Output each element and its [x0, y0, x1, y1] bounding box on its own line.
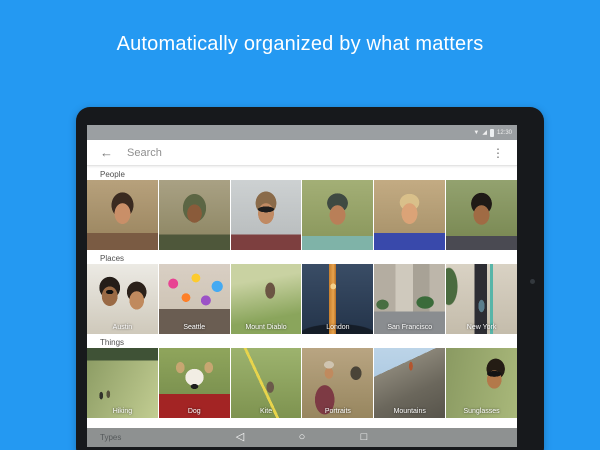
- section-header-places: Places: [87, 250, 517, 264]
- nav-back-icon[interactable]: ◁: [233, 428, 247, 447]
- place-label: New York: [446, 324, 517, 331]
- status-bar: ▼ ◢ 12:30: [87, 125, 517, 140]
- section-header-people: People: [87, 166, 517, 180]
- thing-label: Dog: [159, 408, 230, 415]
- place-label: San Francisco: [374, 324, 445, 331]
- overflow-menu-icon[interactable]: ⋮: [492, 146, 504, 160]
- front-camera: [530, 279, 535, 284]
- place-tile-london[interactable]: London: [302, 264, 373, 334]
- signal-icon: ◢: [482, 129, 487, 136]
- people-tile[interactable]: [302, 180, 373, 250]
- people-row: [87, 180, 517, 250]
- status-time: 12:30: [497, 130, 512, 136]
- back-arrow-icon[interactable]: ←: [100, 145, 113, 160]
- people-tile[interactable]: [87, 180, 158, 250]
- thing-label: Portraits: [302, 408, 373, 415]
- tablet-device: ▼ ◢ 12:30 ← Search ⋮ People Places Austi…: [76, 107, 544, 450]
- place-tile-mount-diablo[interactable]: Mount Diablo: [231, 264, 302, 334]
- people-tile[interactable]: [231, 180, 302, 250]
- people-tile[interactable]: [374, 180, 445, 250]
- place-tile-seattle[interactable]: Seattle: [159, 264, 230, 334]
- place-tile-san-francisco[interactable]: San Francisco: [374, 264, 445, 334]
- thing-tile-sunglasses[interactable]: Sunglasses: [446, 348, 517, 418]
- tablet-screen: ▼ ◢ 12:30 ← Search ⋮ People Places Austi…: [87, 125, 517, 447]
- section-header-types: Types: [100, 433, 121, 442]
- thing-label: Kite: [231, 408, 302, 415]
- people-tile[interactable]: [159, 180, 230, 250]
- thing-tile-mountains[interactable]: Mountains: [374, 348, 445, 418]
- thing-label: Mountains: [374, 408, 445, 415]
- section-header-things: Things: [87, 334, 517, 348]
- place-tile-new-york[interactable]: New York: [446, 264, 517, 334]
- thing-label: Sunglasses: [446, 408, 517, 415]
- places-row: Austin Seattle Mount Diablo London San F…: [87, 264, 517, 334]
- things-row: Hiking Dog Kite Portraits Mountains Sung…: [87, 348, 517, 418]
- thing-tile-portraits[interactable]: Portraits: [302, 348, 373, 418]
- thing-tile-kite[interactable]: Kite: [231, 348, 302, 418]
- thing-label: Hiking: [87, 408, 158, 415]
- place-label: Mount Diablo: [231, 324, 302, 331]
- search-input[interactable]: Search: [127, 147, 492, 159]
- search-bar[interactable]: ← Search ⋮: [87, 140, 517, 166]
- battery-icon: [490, 129, 494, 137]
- promo-headline: Automatically organized by what matters: [0, 33, 600, 56]
- place-label: London: [302, 324, 373, 331]
- place-label: Seattle: [159, 324, 230, 331]
- android-nav-bar: Types ◁ ○ □: [87, 428, 517, 447]
- place-tile-austin[interactable]: Austin: [87, 264, 158, 334]
- nav-home-icon[interactable]: ○: [295, 428, 309, 447]
- wifi-icon: ▼: [473, 130, 479, 136]
- thing-tile-dog[interactable]: Dog: [159, 348, 230, 418]
- place-label: Austin: [87, 324, 158, 331]
- thing-tile-hiking[interactable]: Hiking: [87, 348, 158, 418]
- people-tile[interactable]: [446, 180, 517, 250]
- nav-recents-icon[interactable]: □: [357, 428, 371, 447]
